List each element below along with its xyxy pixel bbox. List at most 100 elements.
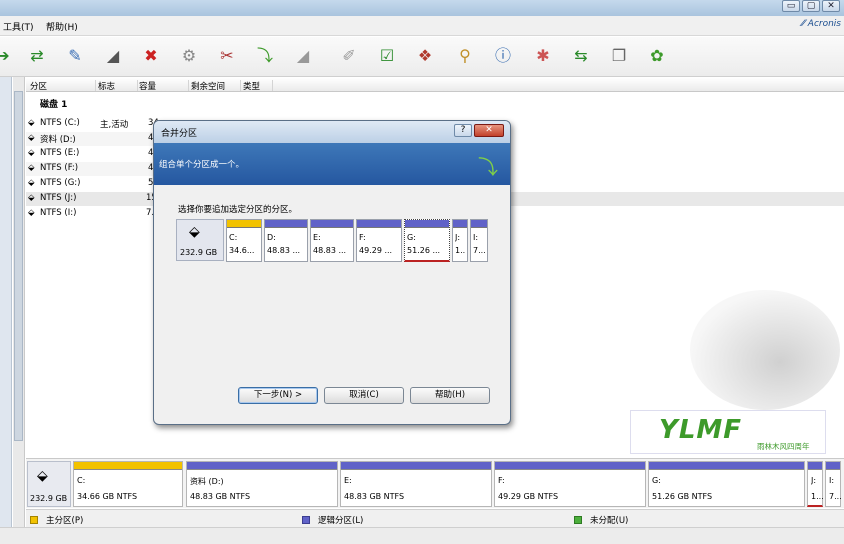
partition-bar [265,220,307,228]
disk-map-partition-f[interactable]: F: 49.29 GB NTFS [494,461,646,507]
minimize-button[interactable]: ▭ [782,0,800,12]
menu-help[interactable]: 帮助(H) [46,20,78,33]
partition-bar [471,220,487,228]
partition-size: 51.26 ... [407,246,441,255]
disk-map-disk[interactable]: ⬙ 232.9 GB [27,461,71,507]
harddisk-icon: ⬙ [37,468,48,484]
partition-size: 49.29 GB NTFS [498,492,559,501]
dialog-header-banner: 组合单个分区成一个。 ⤵ [154,143,510,185]
partition-size: 48.83 ... [267,246,301,255]
partition-label: F: [498,476,505,485]
partition-copy-icon[interactable]: ❐ [606,43,632,69]
partition-bar [187,462,337,470]
help-button[interactable]: 帮助(H) [410,387,490,404]
partition-legend: 主分区(P) 逻辑分区(L) 未分配(U) [26,509,844,527]
column-partition[interactable]: 分区 [30,80,96,92]
disk-map-partition-c[interactable]: C: 34.66 GB NTFS [73,461,183,507]
dialog-prompt: 选择你要追加选定分区的分区。 [178,205,298,215]
legend-label: 逻辑分区(L) [318,516,364,526]
column-capacity[interactable]: 容量 [139,80,189,92]
partition-label: G: [652,476,661,485]
column-flags[interactable]: 标志 [98,80,138,92]
scrollbar-thumb[interactable] [14,91,23,441]
row-name: NTFS (F:) [40,163,79,173]
partition-label: F: [359,233,366,242]
settings-gear-icon[interactable]: ✿ [644,43,670,69]
partition-size: 1... [811,492,824,501]
maximize-button[interactable]: ▢ [802,0,820,12]
checklist-icon[interactable]: ☑ [374,43,400,69]
legend-label: 主分区(P) [46,516,84,526]
disk-map-partition-i[interactable]: I: 7... [825,461,842,507]
disk-green-arrow-icon[interactable]: ⤵ [252,43,278,69]
partition-list-header: 分区 标志 容量 剩余空间 类型 [26,78,844,92]
arrow-right-icon[interactable]: ➔ [0,43,16,69]
column-free-space[interactable]: 剩余空间 [191,80,241,92]
disk-tool-icon[interactable]: ✂ [214,43,240,69]
toolbar: ➔ ⇄ ✎ ◢ ✖ ⚙ ✂ ⤵ ◢ ✐ ☑ ❖ ⚲ ⓘ ✱ ⇆ ❐ ✿ [0,37,844,77]
partition-label: I: [829,476,835,485]
partition-label: 资料 (D:) [190,477,224,486]
disk-icon: ⬙ [28,178,35,188]
dialog-partition-d[interactable]: D: 48.83 ... [264,219,308,262]
dialog-partition-j[interactable]: J: 1... [452,219,468,262]
row-name: NTFS (G:) [40,178,81,188]
partition-size: 48.83 ... [313,246,347,255]
partition-size: 7... [473,246,486,255]
row-name: NTFS (J:) [40,193,77,203]
disk-map-partition-g[interactable]: G: 51.26 GB NTFS [648,461,805,507]
close-button[interactable]: ✕ [822,0,840,12]
column-type[interactable]: 类型 [243,80,273,92]
dialog-help-button[interactable]: ? [454,124,472,137]
partition-label: C: [77,476,86,485]
legend-label: 未分配(U) [590,516,629,526]
dialog-partition-e[interactable]: E: 48.83 ... [310,219,354,262]
partition-label: J: [455,233,461,242]
disk-map-partition-j[interactable]: J: 1... [807,461,824,507]
disk-map-partition-d[interactable]: 资料 (D:) 48.83 GB NTFS [186,461,338,507]
partition-size: 48.83 GB NTFS [344,492,405,501]
next-button[interactable]: 下一步(N) > [238,387,318,404]
disk-map-partition-e[interactable]: E: 48.83 GB NTFS [340,461,492,507]
info-icon[interactable]: ⓘ [490,43,516,69]
dialog-partition-g[interactable]: G: 51.26 ... [404,219,450,262]
dialog-partition-f[interactable]: F: 49.29 ... [356,219,402,262]
dialog-partition-i[interactable]: I: 7... [470,219,488,262]
vertical-scrollbar[interactable] [13,77,25,527]
ylmf-watermark: YLMF 雨林木风四周年 [630,410,826,454]
dialog-titlebar: 合并分区 ? ✕ [154,121,510,143]
disk-gray-icon[interactable]: ◢ [290,43,316,69]
disk-icon: ⬙ [28,133,35,143]
search-icon[interactable]: ⚲ [452,43,478,69]
cancel-button[interactable]: 取消(C) [324,387,404,404]
disk-icon: ⬙ [28,163,35,173]
dialog-close-button[interactable]: ✕ [474,124,504,137]
disk-edit-icon[interactable]: ◢ [100,43,126,69]
swap-arrows-icon[interactable]: ⇄ [24,43,50,69]
menu-tools[interactable]: 工具(T) [3,20,34,33]
merge-partition-dialog: 合并分区 ? ✕ 组合单个分区成一个。 ⤵ 选择你要追加选定分区的分区。 ⬙ 2… [153,120,511,425]
partition-new-icon[interactable]: ✱ [530,43,556,69]
selected-row-highlight [506,192,844,206]
brush-icon[interactable]: ✐ [336,43,362,69]
partition-size: 1... [455,246,466,255]
dialog-partition-c[interactable]: C: 34.6... [226,219,262,262]
package-icon[interactable]: ❖ [412,43,438,69]
harddisk-illustration [690,290,840,410]
acronis-brand: Acronis [807,19,841,29]
disk-icon: ⬙ [28,208,35,218]
partition-label: D: [267,233,276,242]
disk-icon: ⬙ [28,193,35,203]
disk-delete-icon[interactable]: ✖ [138,43,164,69]
row-flag: 主,活动 [100,120,129,130]
watermark-subtitle: 雨林木风四周年 [757,442,810,451]
partition-bar [74,462,182,470]
partition-size: 7... [829,492,842,501]
partition-bar [495,462,645,470]
disk-map: ⬙ 232.9 GB C: 34.66 GB NTFS 资料 (D:) 48.83 … [26,458,844,508]
partition-bar [227,220,261,228]
disk-settings-icon[interactable]: ⚙ [176,43,202,69]
partition-move-icon[interactable]: ⇆ [568,43,594,69]
partition-size: 49.29 ... [359,246,393,255]
disk-check-icon[interactable]: ✎ [62,43,88,69]
